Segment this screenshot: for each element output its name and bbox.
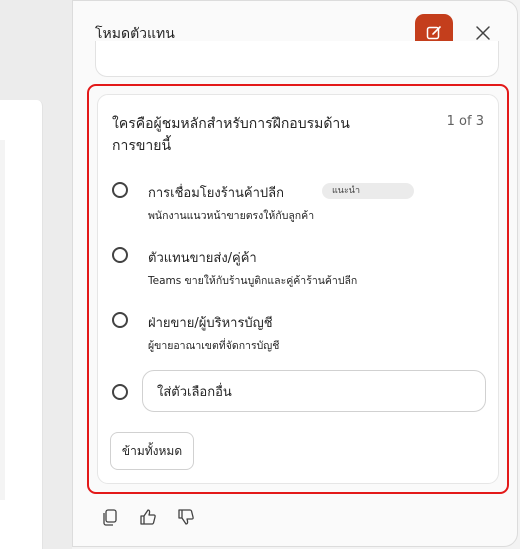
option-label: การเชื่อมโยงร้านค้าปลีก bbox=[148, 186, 284, 201]
close-icon bbox=[476, 26, 490, 40]
option-description: Teams ขายให้กับร้านบูติกและคู่ค้าร้านค้า… bbox=[148, 275, 358, 287]
recommended-badge: แนะนำ bbox=[322, 183, 414, 199]
radio-button[interactable] bbox=[112, 247, 128, 263]
like-button[interactable] bbox=[137, 506, 159, 528]
option-description: ผู้ขายอาณาเขตที่จัดการบัญชี bbox=[148, 340, 280, 352]
question-text: ใครคือผู้ชมหลักสำหรับการฝึกอบรมด้านการขา… bbox=[112, 116, 350, 154]
question-counter: 1 of 3 bbox=[446, 114, 484, 129]
thumbs-up-icon bbox=[140, 509, 156, 525]
background-app-pane bbox=[0, 0, 72, 549]
thumbs-down-icon bbox=[178, 509, 194, 525]
other-option-input[interactable]: ใส่ตัวเลือกอื่น bbox=[142, 370, 486, 412]
radio-button[interactable] bbox=[112, 312, 128, 328]
option-label: ฝ่ายขาย/ผู้บริหารบัญชี bbox=[148, 316, 273, 331]
question-card: ใครคือผู้ชมหลักสำหรับการฝึกอบรมด้านการขา… bbox=[97, 94, 499, 484]
option-description: พนักงานแนวหน้าขายตรงให้กับลูกค้า bbox=[148, 210, 315, 222]
compose-icon bbox=[426, 26, 441, 40]
skip-all-button[interactable]: ข้ามทั้งหมด bbox=[110, 432, 194, 470]
radio-button[interactable] bbox=[112, 182, 128, 198]
copy-icon bbox=[103, 509, 117, 526]
dislike-button[interactable] bbox=[175, 506, 197, 528]
radio-button[interactable] bbox=[112, 384, 128, 400]
agent-mode-panel: โหมดตัวแทน ใครคือผู้ชมหลักสำหรับการฝึกอบ… bbox=[72, 0, 518, 547]
previous-message-card bbox=[95, 41, 499, 77]
background-document-card bbox=[0, 100, 43, 549]
option-label: ตัวแทนขายส่ง/คู่ค้า bbox=[148, 251, 257, 266]
copy-button[interactable] bbox=[99, 506, 121, 528]
